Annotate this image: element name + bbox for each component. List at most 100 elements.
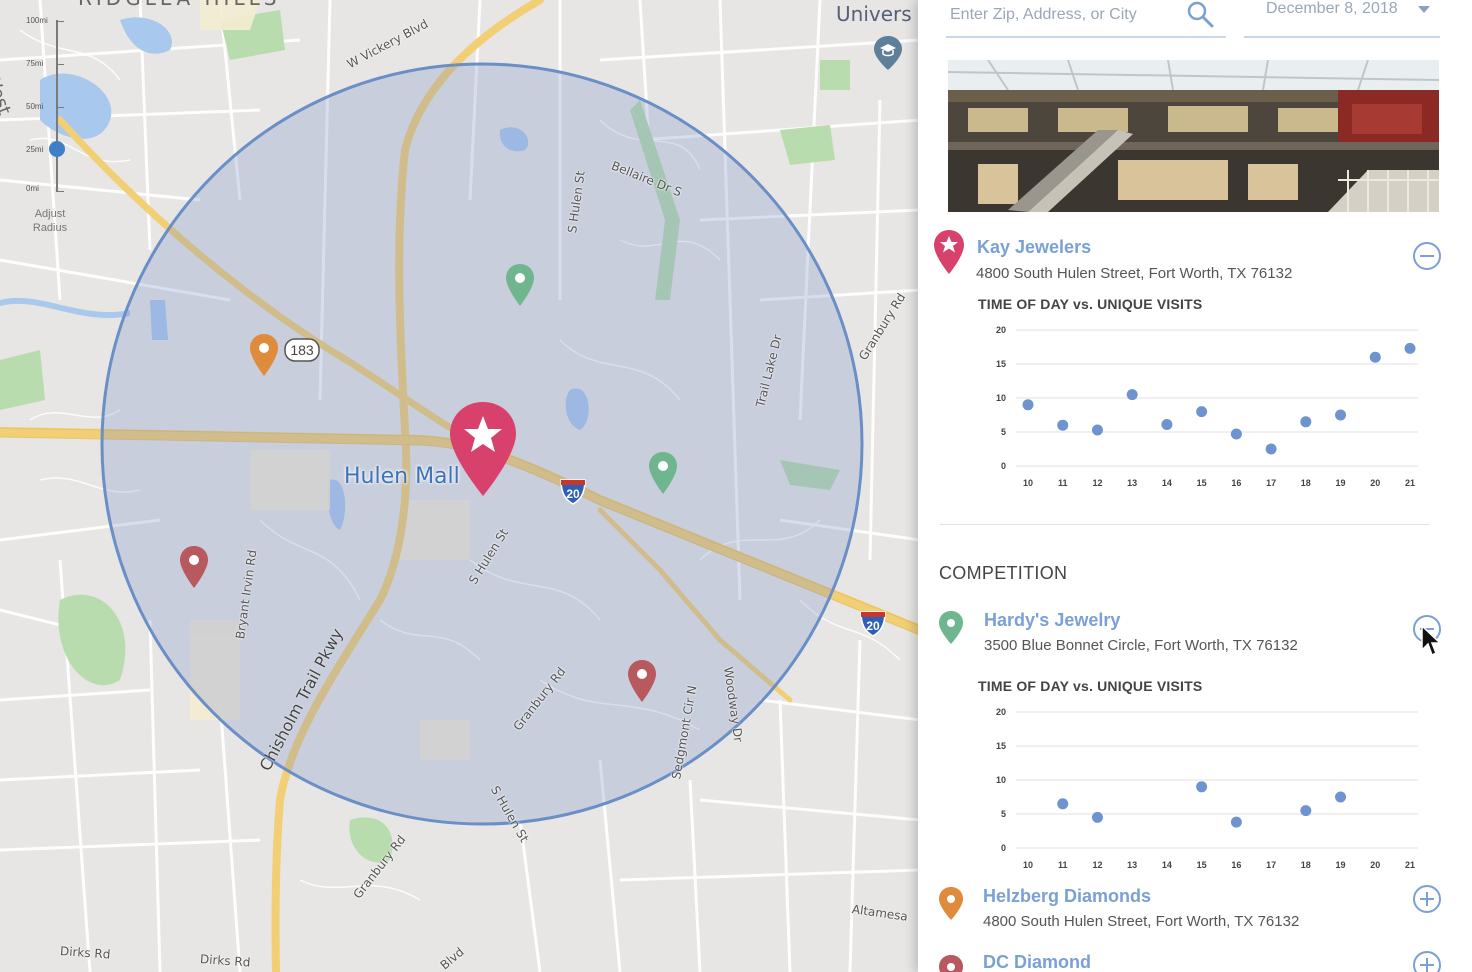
x-tick-label: 13 (1127, 478, 1137, 488)
us-183-shield: 183 (284, 338, 320, 367)
x-tick-label: 11 (1058, 860, 1068, 870)
chart-point (1369, 351, 1381, 363)
remove-primary-button[interactable] (1412, 241, 1441, 270)
x-tick-label: 21 (1405, 860, 1415, 870)
y-tick-label: 20 (996, 707, 1006, 717)
x-tick-label: 19 (1336, 860, 1346, 870)
x-tick-label: 15 (1197, 860, 1207, 870)
x-tick-label: 18 (1301, 860, 1311, 870)
y-tick-label: 15 (996, 741, 1006, 751)
radius-track[interactable] (56, 20, 58, 192)
competitor-1-address: 3500 Blue Bonnet Circle, Fort Worth, TX … (984, 637, 1298, 654)
section-divider (940, 524, 1430, 525)
plus-circle-icon (1413, 885, 1441, 913)
competitor-pin-red-2[interactable] (626, 658, 658, 709)
x-tick-label: 12 (1092, 860, 1102, 870)
chart-point (1230, 816, 1242, 828)
map-pin-icon (649, 452, 677, 494)
expand-competitor-2-button[interactable] (1412, 884, 1441, 913)
primary-business-name[interactable]: Kay Jewelers (977, 237, 1091, 258)
radius-mark (58, 21, 64, 22)
competitor-2-pin-icon (938, 886, 964, 927)
chart-point (1230, 428, 1242, 440)
radius-mark (58, 107, 64, 108)
primary-chart-title: TIME OF DAY vs. UNIQUE VISITS (978, 296, 1203, 312)
chevron-down-icon (1418, 6, 1430, 13)
chart-point (1404, 342, 1416, 354)
details-panel: December 8, 2018 (918, 0, 1472, 972)
radius-label: Adjust Radius (26, 207, 74, 235)
competitor-pin-green-2[interactable] (647, 450, 679, 501)
y-tick-label: 20 (996, 325, 1006, 335)
x-tick-label: 17 (1266, 478, 1276, 488)
x-tick-label: 18 (1301, 478, 1311, 488)
competitor-pin-red-1[interactable] (178, 544, 210, 595)
radius-mark (58, 64, 64, 65)
search-input[interactable] (948, 2, 1180, 28)
minus-circle-icon (1413, 615, 1441, 643)
date-value: December 8, 2018 (1266, 0, 1398, 17)
primary-pin-icon (932, 228, 966, 281)
primary-business-address: 4800 South Hulen Street, Fort Worth, TX … (976, 265, 1293, 282)
chart-point (1091, 811, 1103, 823)
competitor-3-name[interactable]: DC Diamond (983, 952, 1091, 972)
y-tick-label: 10 (996, 775, 1006, 785)
radius-tick-75: 75mi (26, 59, 44, 68)
x-tick-label: 20 (1370, 478, 1380, 488)
interstate-icon: 20 (560, 479, 586, 505)
competitor-1-name[interactable]: Hardy's Jewelry (984, 610, 1120, 631)
x-tick-label: 10 (1023, 478, 1033, 488)
competitor-pin-orange[interactable] (248, 332, 280, 383)
x-tick-label: 14 (1162, 478, 1172, 488)
chart-point (1057, 798, 1069, 810)
univers-label: Univers (836, 2, 912, 26)
x-tick-label: 16 (1231, 478, 1241, 488)
chart-point (1335, 409, 1347, 421)
x-tick-label: 21 (1405, 478, 1415, 488)
map-view[interactable]: RIDGLEA HILLS West Univers W Vickery Blv… (0, 0, 920, 972)
x-tick-label: 19 (1336, 478, 1346, 488)
chart-point (1265, 443, 1277, 455)
chart-point (1161, 419, 1173, 431)
plus-circle-icon (1413, 951, 1441, 972)
search-bar (946, 0, 1226, 38)
us-route-icon: 183 (284, 338, 320, 362)
interstate-20-shield-a: 20 (558, 476, 588, 511)
expand-competitor-3-button[interactable] (1412, 950, 1441, 972)
x-tick-label: 17 (1266, 860, 1276, 870)
competitor-2-name[interactable]: Helzberg Diamonds (983, 886, 1151, 907)
location-photo (948, 60, 1439, 212)
competitor-3-pin-icon (938, 954, 964, 972)
y-tick-label: 0 (1001, 843, 1006, 853)
competitor-1-chart-title: TIME OF DAY vs. UNIQUE VISITS (978, 678, 1203, 694)
radius-tick-100: 100mi (26, 16, 48, 25)
radius-mark (58, 191, 64, 192)
radius-knob[interactable] (49, 140, 65, 157)
y-tick-label: 15 (996, 359, 1006, 369)
x-tick-label: 14 (1162, 860, 1172, 870)
neighborhood-label: RIDGLEA HILLS (78, 0, 280, 10)
main-location-pin[interactable] (448, 400, 518, 503)
competitor-1-pin-icon (938, 610, 964, 651)
map-pin-icon (628, 660, 656, 702)
competitor-1-visits-chart: 0 5 10 15 20 10 11 12 13 14 15 16 17 18 19 20 21 (996, 707, 1418, 870)
map-pin-icon (180, 546, 208, 588)
radius-slider[interactable]: 100mi 75mi 50mi 25mi 0mi Adjust Radius (26, 12, 72, 234)
chart-point (1335, 791, 1347, 803)
x-tick-label: 10 (1023, 860, 1033, 870)
i20-number-b: 20 (866, 619, 880, 633)
y-tick-label: 0 (1001, 461, 1006, 471)
collapse-competitor-1-button[interactable] (1412, 614, 1441, 643)
competitor-pin-green-1[interactable] (504, 262, 536, 313)
competitor-2-address: 4800 South Hulen Street, Fort Worth, TX … (983, 913, 1300, 930)
date-dropdown[interactable]: December 8, 2018 (1244, 0, 1440, 38)
map-pin-icon (506, 264, 534, 306)
radius-label-line1: Adjust (34, 208, 66, 220)
y-tick-label: 10 (996, 393, 1006, 403)
x-tick-label: 13 (1127, 860, 1137, 870)
school-icon[interactable] (872, 34, 904, 77)
search-icon[interactable] (1186, 0, 1214, 33)
chart-point (1091, 424, 1103, 436)
chart-point (1196, 781, 1208, 793)
y-tick-label: 5 (1001, 809, 1006, 819)
